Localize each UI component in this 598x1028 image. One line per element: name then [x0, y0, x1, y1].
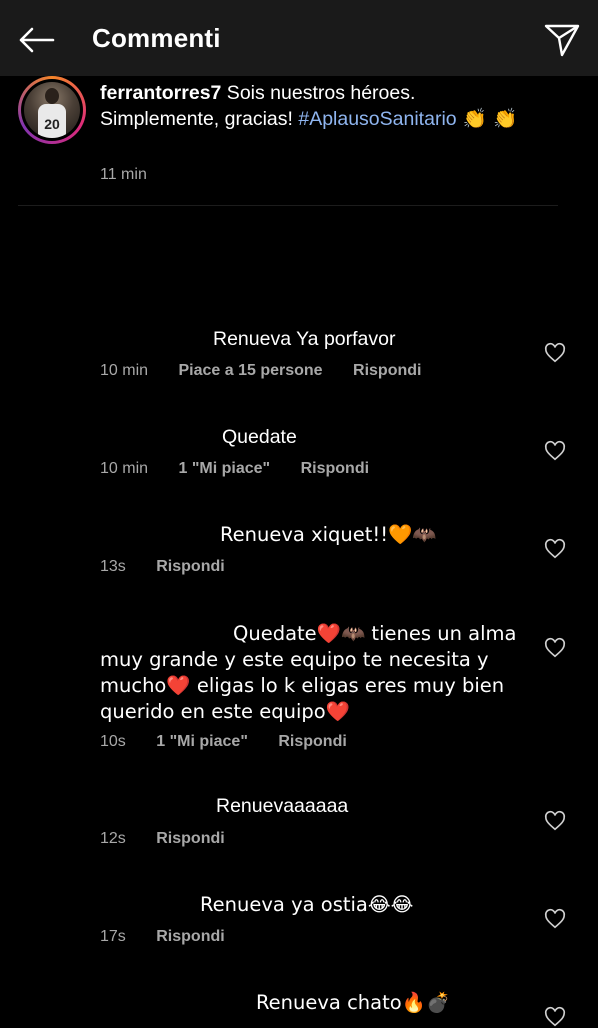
post-timestamp: 11 min [100, 166, 147, 183]
heart-icon[interactable] [544, 1006, 566, 1028]
heart-icon[interactable] [544, 637, 566, 659]
comment-meta: 13s Rispondi [100, 558, 251, 576]
comment-text: Renuevaaaaaa [216, 795, 349, 817]
heart-icon[interactable] [544, 810, 566, 832]
back-button[interactable] [14, 20, 58, 60]
comment-likes[interactable]: 1 "Mi piace" [156, 733, 248, 750]
comment-meta: 10 min 1 "Mi piace" Rispondi [100, 460, 395, 478]
comment-text: Renueva chato🔥💣 [256, 991, 451, 1014]
reply-button[interactable]: Rispondi [301, 460, 369, 477]
comment-time: 10 min [100, 460, 149, 477]
heart-icon[interactable] [544, 440, 566, 462]
reply-button[interactable]: Rispondi [156, 558, 224, 575]
arrow-left-icon [19, 27, 55, 53]
reply-button[interactable]: Rispondi [156, 928, 224, 945]
heart-icon[interactable] [544, 342, 566, 364]
comment-likes[interactable]: Piace a 15 persone [178, 362, 322, 379]
comment-text: Quedate❤️🦇 tienes un alma muy grande y e… [100, 622, 517, 723]
comment-meta: 17s Rispondi [100, 928, 251, 946]
comment-meta: 10 min Piace a 15 persone Rispondi [100, 362, 447, 380]
share-button[interactable] [540, 18, 584, 62]
comment-time: 10 min [100, 362, 149, 379]
divider [18, 205, 558, 206]
avatar-image: 20 [24, 82, 80, 138]
reply-button[interactable]: Rispondi [278, 733, 346, 750]
comment-time: 17s [100, 928, 126, 945]
avatar[interactable]: 20 [18, 76, 86, 144]
shirt-number: 20 [38, 104, 66, 138]
comment-text: Quedate [222, 426, 297, 448]
comment-likes[interactable]: 1 "Mi piace" [178, 460, 270, 477]
reply-button[interactable]: Rispondi [156, 830, 224, 847]
caption-emoji: 👏 👏 [456, 107, 518, 130]
reply-button[interactable]: Rispondi [353, 362, 421, 379]
page-title: Commenti [92, 23, 221, 53]
comment-time: 12s [100, 830, 126, 847]
comment-time: 13s [100, 558, 126, 575]
comment-text: Renueva xiquet!!🧡🦇 [220, 523, 437, 546]
heart-icon[interactable] [544, 908, 566, 930]
caption-text: ferrantorres7 Sois nuestros héroes. Simp… [100, 80, 540, 132]
paper-plane-icon [544, 24, 580, 57]
comment-meta: 12s Rispondi [100, 830, 251, 848]
comment-time: 10s [100, 733, 126, 750]
comment-text: Renueva Ya porfavor [213, 328, 396, 350]
hashtag-link[interactable]: #AplausoSanitario [298, 108, 456, 130]
comment-text: Renueva ya ostia😂😂 [200, 893, 414, 916]
post-username[interactable]: ferrantorres7 [100, 82, 221, 104]
app-header: Commenti [0, 0, 598, 76]
comment-meta: 10s 1 "Mi piace" Rispondi [100, 733, 373, 751]
heart-icon[interactable] [544, 538, 566, 560]
